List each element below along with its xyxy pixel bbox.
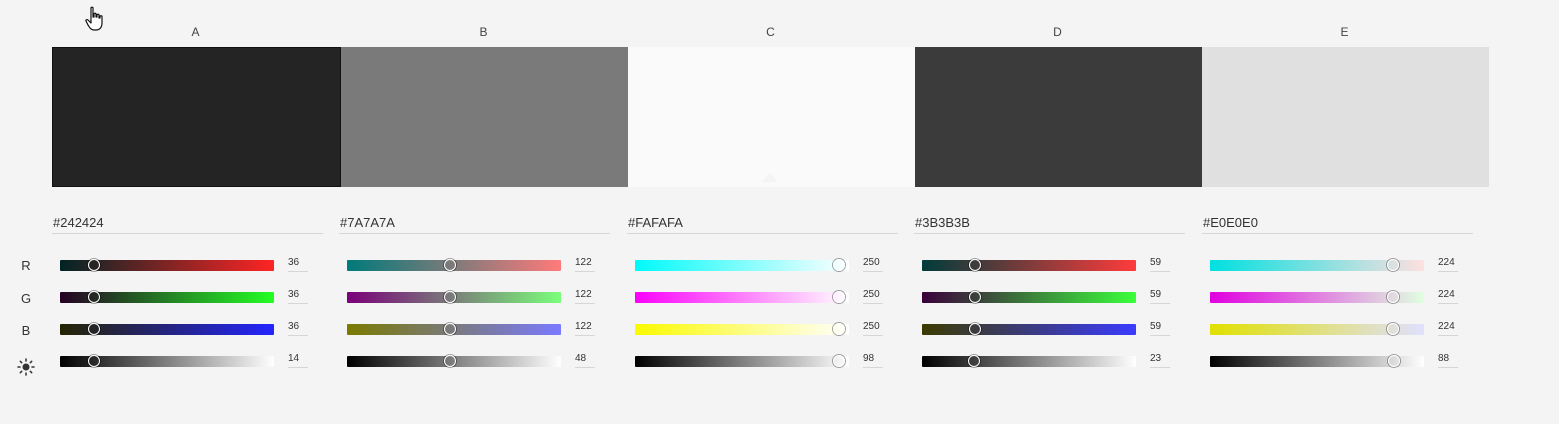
blue-slider-d[interactable] xyxy=(922,323,1136,335)
brightness-slider-a[interactable] xyxy=(60,355,274,367)
blue-slider-a[interactable] xyxy=(60,323,274,335)
swatch-label-a: A xyxy=(191,25,200,39)
green-slider-b[interactable] xyxy=(347,291,561,303)
green-value-a[interactable]: 36 xyxy=(288,289,308,304)
slider-thumb[interactable] xyxy=(1387,355,1400,367)
red-slider-e[interactable] xyxy=(1210,259,1424,271)
slider-thumb[interactable] xyxy=(1387,323,1400,335)
green-value-c[interactable]: 250 xyxy=(863,289,883,304)
brightness-slider-b[interactable] xyxy=(347,355,561,367)
slider-thumb[interactable] xyxy=(88,355,101,367)
red-value-e[interactable]: 224 xyxy=(1438,257,1458,272)
slider-thumb[interactable] xyxy=(968,323,981,335)
blue-value-a[interactable]: 36 xyxy=(288,321,308,336)
swatch-label-c: C xyxy=(766,25,775,39)
brightness-slider-d[interactable] xyxy=(922,355,1136,367)
slider-thumb[interactable] xyxy=(968,259,981,271)
hex-input-d[interactable]: #3B3B3B xyxy=(914,212,1185,234)
brightness-value-b[interactable]: 48 xyxy=(575,353,595,368)
slider-thumb[interactable] xyxy=(443,355,456,367)
swatch-label-e: E xyxy=(1340,25,1349,39)
slider-thumb[interactable] xyxy=(88,259,101,271)
swatch-label-b: B xyxy=(479,25,488,39)
brightness-value-a[interactable]: 14 xyxy=(288,353,308,368)
hex-input-b[interactable]: #7A7A7A xyxy=(339,212,610,234)
red-value-b[interactable]: 122 xyxy=(575,257,595,272)
green-slider-d[interactable] xyxy=(922,291,1136,303)
slider-thumb[interactable] xyxy=(832,291,845,303)
slider-thumb[interactable] xyxy=(1387,291,1400,303)
sun-icon xyxy=(17,358,35,376)
row-label-blue: B xyxy=(21,323,31,338)
green-slider-a[interactable] xyxy=(60,291,274,303)
color-swatch-a[interactable] xyxy=(52,47,341,187)
slider-thumb[interactable] xyxy=(832,355,845,367)
brightness-value-e[interactable]: 88 xyxy=(1438,353,1458,368)
blue-slider-b[interactable] xyxy=(347,323,561,335)
color-swatch-e[interactable] xyxy=(1202,47,1489,187)
brightness-value-d[interactable]: 23 xyxy=(1150,353,1170,368)
brightness-slider-e[interactable] xyxy=(1210,355,1424,367)
slider-thumb[interactable] xyxy=(88,291,101,303)
swatch-label-d: D xyxy=(1053,25,1062,39)
red-slider-a[interactable] xyxy=(60,259,274,271)
green-slider-c[interactable] xyxy=(635,291,849,303)
color-theme-editor: A B C D E #242424 #7A7A7A #FAFAFA #3B3B3… xyxy=(0,0,1559,424)
slider-thumb[interactable] xyxy=(443,323,456,335)
red-value-d[interactable]: 59 xyxy=(1150,257,1170,272)
red-slider-b[interactable] xyxy=(347,259,561,271)
blue-slider-e[interactable] xyxy=(1210,323,1424,335)
green-value-b[interactable]: 122 xyxy=(575,289,595,304)
green-slider-e[interactable] xyxy=(1210,291,1424,303)
color-swatch-c[interactable] xyxy=(628,47,915,187)
blue-value-b[interactable]: 122 xyxy=(575,321,595,336)
slider-thumb[interactable] xyxy=(968,291,981,303)
red-slider-c[interactable] xyxy=(635,259,849,271)
blue-value-e[interactable]: 224 xyxy=(1438,321,1458,336)
blue-slider-c[interactable] xyxy=(635,323,849,335)
red-value-c[interactable]: 250 xyxy=(863,257,883,272)
slider-thumb[interactable] xyxy=(832,259,845,271)
brightness-value-c[interactable]: 98 xyxy=(863,353,883,368)
row-label-red: R xyxy=(21,258,31,273)
green-value-d[interactable]: 59 xyxy=(1150,289,1170,304)
blue-value-d[interactable]: 59 xyxy=(1150,321,1170,336)
slider-thumb[interactable] xyxy=(1387,259,1400,271)
red-value-a[interactable]: 36 xyxy=(288,257,308,272)
hex-input-e[interactable]: #E0E0E0 xyxy=(1202,212,1473,234)
green-value-e[interactable]: 224 xyxy=(1438,289,1458,304)
slider-thumb[interactable] xyxy=(443,259,456,271)
color-swatch-d[interactable] xyxy=(915,47,1202,187)
hex-input-c[interactable]: #FAFAFA xyxy=(627,212,898,234)
slider-thumb[interactable] xyxy=(832,323,845,335)
base-color-marker-icon xyxy=(762,173,778,182)
hex-input-a[interactable]: #242424 xyxy=(52,212,323,234)
blue-value-c[interactable]: 250 xyxy=(863,321,883,336)
red-slider-d[interactable] xyxy=(922,259,1136,271)
slider-thumb[interactable] xyxy=(88,323,101,335)
slider-thumb[interactable] xyxy=(443,291,456,303)
row-label-green: G xyxy=(20,291,32,306)
brightness-slider-c[interactable] xyxy=(635,355,849,367)
color-swatch-b[interactable] xyxy=(341,47,628,187)
slider-thumb[interactable] xyxy=(968,355,981,367)
